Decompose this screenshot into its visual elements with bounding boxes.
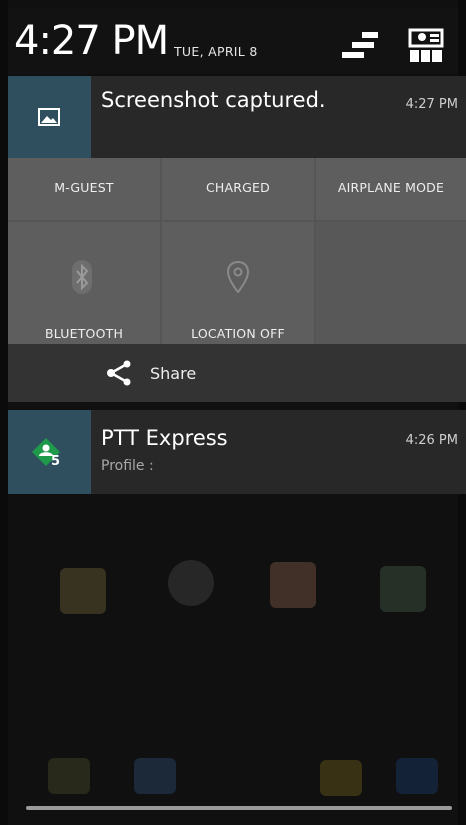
location-icon bbox=[226, 260, 250, 294]
qs-label-location: LOCATION OFF bbox=[191, 326, 285, 341]
notification-subtitle: Profile : bbox=[101, 458, 154, 474]
screenshot-notification[interactable]: Screenshot captured. 4:27 PM bbox=[8, 76, 466, 158]
qs-label-battery: CHARGED bbox=[206, 180, 270, 195]
clock-time: 4:27 PM bbox=[14, 18, 169, 64]
qs-label-airplane: AIRPLANE MODE bbox=[337, 180, 445, 195]
notification-title: PTT Express bbox=[101, 426, 228, 450]
share-action[interactable]: Share bbox=[8, 344, 466, 402]
settings-grid-icon[interactable] bbox=[408, 28, 444, 64]
qs-tile-empty bbox=[316, 222, 466, 344]
share-icon bbox=[107, 360, 131, 386]
bg-dock-icon bbox=[320, 760, 362, 796]
clock-date: TUE, APRIL 8 bbox=[174, 44, 258, 59]
notification-header: 4:27 PM TUE, APRIL 8 bbox=[8, 8, 458, 74]
notification-time: 4:26 PM bbox=[405, 433, 458, 448]
bg-app-icon bbox=[168, 560, 214, 606]
bg-dock-icon bbox=[48, 758, 90, 794]
bg-dock-icon bbox=[134, 758, 176, 794]
quick-settings-toggle-icon[interactable] bbox=[340, 30, 382, 64]
ptt-express-icon bbox=[32, 438, 60, 466]
bg-app-icon bbox=[380, 566, 426, 612]
notification-time: 4:27 PM bbox=[405, 97, 458, 112]
notification-title: Screenshot captured. bbox=[101, 88, 326, 112]
bg-dock-icon bbox=[396, 758, 438, 794]
ptt-express-notification[interactable]: 5 PTT Express 4:26 PM Profile : bbox=[8, 410, 466, 494]
qs-label-bluetooth: BLUETOOTH bbox=[44, 326, 124, 341]
bluetooth-icon bbox=[72, 260, 92, 294]
qs-label-wifi: M-GUEST bbox=[54, 180, 114, 195]
bg-app-icon bbox=[270, 562, 316, 608]
panel-handle[interactable] bbox=[26, 806, 452, 810]
image-icon bbox=[38, 108, 60, 126]
bg-app-icon bbox=[60, 568, 106, 614]
share-label: Share bbox=[150, 364, 197, 383]
ptt-badge: 5 bbox=[51, 454, 61, 469]
quick-settings-panel: M-GUEST CHARGED AIRPLANE MODE BLUETOOTH … bbox=[8, 158, 466, 344]
